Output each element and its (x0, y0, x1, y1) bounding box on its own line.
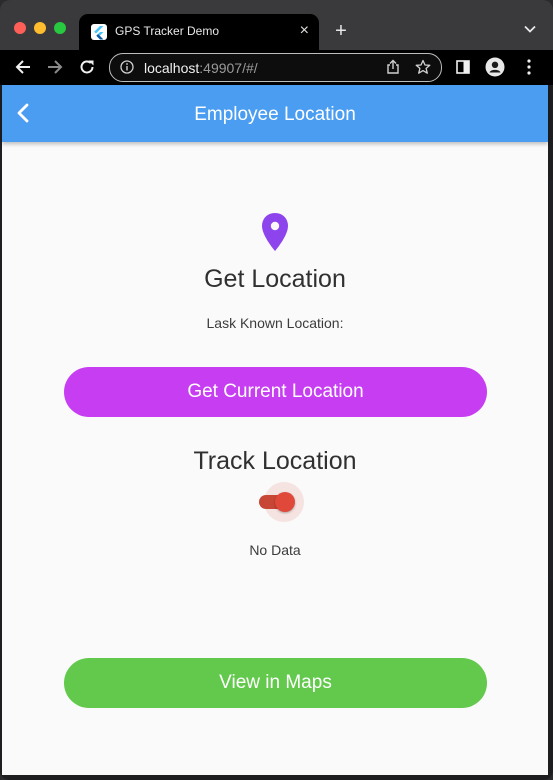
new-tab-button[interactable]: + (332, 20, 350, 42)
track-location-toggle[interactable] (254, 482, 306, 522)
bookmark-star-icon[interactable] (415, 59, 431, 75)
toggle-thumb (275, 492, 295, 512)
get-location-heading: Get Location (204, 265, 346, 293)
track-location-heading: Track Location (193, 447, 357, 475)
url-host: localhost (144, 60, 200, 76)
tab-title: GPS Tracker Demo (115, 24, 220, 38)
tab-strip: GPS Tracker Demo × + (0, 0, 553, 50)
site-info-icon[interactable] (120, 60, 134, 74)
reload-icon[interactable] (77, 57, 97, 77)
page-title: Employee Location (194, 104, 356, 125)
location-pin-icon (259, 211, 291, 253)
app-viewport: Employee Location Get Location Lask Know… (2, 85, 548, 775)
flutter-favicon-icon (91, 24, 107, 40)
address-bar[interactable]: localhost:49907/#/ (109, 53, 442, 82)
maximize-window-button[interactable] (54, 22, 66, 34)
back-arrow-icon[interactable] (13, 57, 33, 77)
close-window-button[interactable] (14, 22, 26, 34)
share-icon[interactable] (385, 59, 401, 75)
app-bar: Employee Location (2, 85, 548, 142)
profile-avatar-icon[interactable] (485, 57, 505, 77)
forward-arrow-icon[interactable] (45, 57, 65, 77)
get-current-location-button[interactable]: Get Current Location (64, 367, 487, 417)
tab-close-icon[interactable]: × (300, 22, 309, 40)
browser-toolbar: localhost:49907/#/ (0, 50, 553, 85)
background-window-edge (549, 180, 553, 580)
browser-tab-active[interactable]: GPS Tracker Demo × (79, 14, 319, 50)
browser-window: GPS Tracker Demo × + localhost:49907/#/ … (0, 0, 553, 780)
last-known-location-label: Lask Known Location: (206, 315, 344, 331)
browser-menu-icon[interactable] (519, 57, 539, 77)
url-path: :49907/#/ (199, 60, 258, 76)
url-text: localhost:49907/#/ (144, 60, 258, 76)
tracking-status-text: No Data (249, 542, 301, 558)
view-in-maps-button[interactable]: View in Maps (64, 658, 487, 708)
tab-search-chevron-icon[interactable] (523, 22, 537, 36)
minimize-window-button[interactable] (34, 22, 46, 34)
side-panel-icon[interactable] (453, 57, 473, 77)
